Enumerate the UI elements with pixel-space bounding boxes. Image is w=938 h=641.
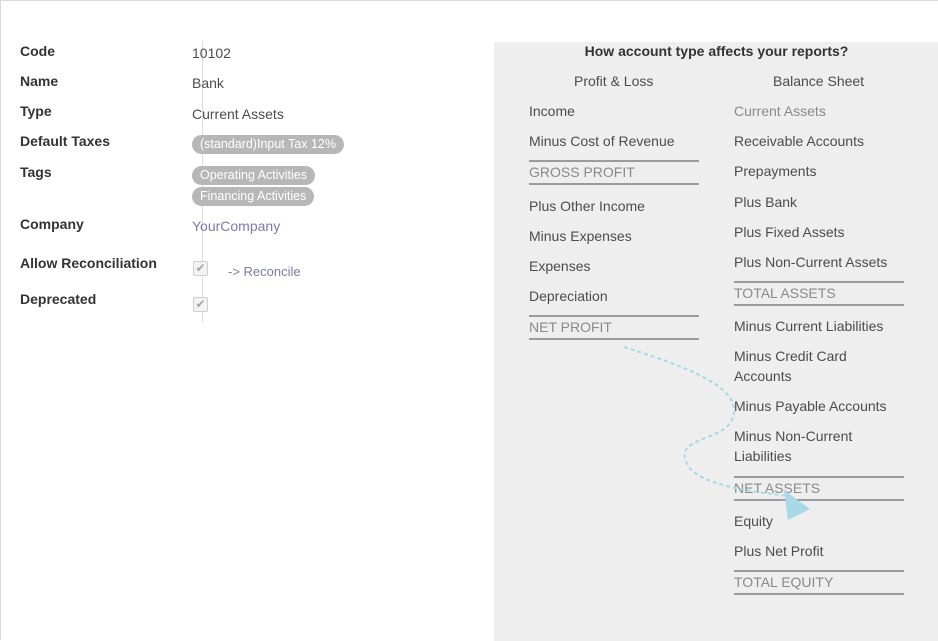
pl-item-other-income: Plus Other Income — [529, 198, 645, 214]
deprecated-checkbox[interactable]: ✔ — [193, 297, 208, 312]
company-label: Company — [20, 216, 84, 232]
tag-operating-activities[interactable]: Operating Activities — [192, 166, 315, 185]
name-field[interactable]: Bank — [192, 75, 224, 91]
type-label: Type — [20, 103, 52, 119]
bs-item-equity: Equity — [734, 513, 773, 529]
tag-financing-activities[interactable]: Financing Activities — [192, 187, 315, 206]
bs-item-current-liabilities: Minus Current Liabilities — [734, 318, 884, 334]
bs-total-equity: TOTAL EQUITY — [734, 570, 904, 595]
reconcile-link[interactable]: -> Reconcile — [228, 264, 301, 279]
code-label: Code — [20, 43, 55, 59]
bs-item-receivable-accounts: Receivable Accounts — [734, 133, 864, 149]
account-type-help-panel: How account type affects your reports? P… — [494, 42, 938, 641]
tags-label: Tags — [20, 164, 52, 180]
pl-item-depreciation: Depreciation — [529, 288, 608, 304]
allow-reconciliation-label: Allow Reconciliation — [20, 255, 157, 271]
bs-item-credit-card-accounts: Minus Credit Card Accounts — [734, 348, 847, 384]
bs-item-prepayments: Prepayments — [734, 163, 817, 179]
profit-loss-heading: Profit & Loss — [574, 73, 654, 89]
bs-item-payable-accounts: Minus Payable Accounts — [734, 398, 887, 414]
pl-item-income: Income — [529, 103, 575, 119]
help-panel-title: How account type affects your reports? — [584, 43, 849, 59]
deprecated-label: Deprecated — [20, 291, 97, 307]
account-form-view: Code 10102 Name Bank Type Current Assets… — [0, 0, 938, 641]
pl-item-expenses: Expenses — [529, 258, 591, 274]
pl-item-cost-of-revenue: Minus Cost of Revenue — [529, 133, 675, 149]
code-field[interactable]: 10102 — [192, 45, 231, 61]
type-field[interactable]: Current Assets — [192, 106, 284, 122]
allow-reconciliation-checkbox[interactable]: ✔ — [193, 261, 208, 276]
default-taxes-label: Default Taxes — [20, 133, 110, 149]
balance-sheet-heading: Balance Sheet — [773, 73, 865, 89]
pl-item-minus-expenses: Minus Expenses — [529, 228, 632, 244]
account-form: Code 10102 Name Bank Type Current Assets… — [20, 1, 480, 641]
bs-item-plus-net-profit: Plus Net Profit — [734, 543, 824, 559]
bs-item-plus-bank: Plus Bank — [734, 194, 798, 210]
bs-item-non-current-liabilities: Minus Non-Current Liabilities — [734, 428, 853, 464]
bs-item-fixed-assets: Plus Fixed Assets — [734, 224, 845, 240]
bs-item-current-assets: Current Assets — [734, 103, 826, 119]
pl-gross-profit: GROSS PROFIT — [529, 160, 699, 185]
bs-item-non-current-assets: Plus Non-Current Assets — [734, 254, 888, 270]
bs-total-assets: TOTAL ASSETS — [734, 281, 904, 306]
bs-net-assets: NET ASSETS — [734, 476, 904, 501]
company-field[interactable]: YourCompany — [192, 218, 280, 234]
tax-tag[interactable]: (standard)Input Tax 12% — [192, 135, 344, 154]
pl-net-profit: NET PROFIT — [529, 315, 699, 340]
name-label: Name — [20, 73, 59, 89]
